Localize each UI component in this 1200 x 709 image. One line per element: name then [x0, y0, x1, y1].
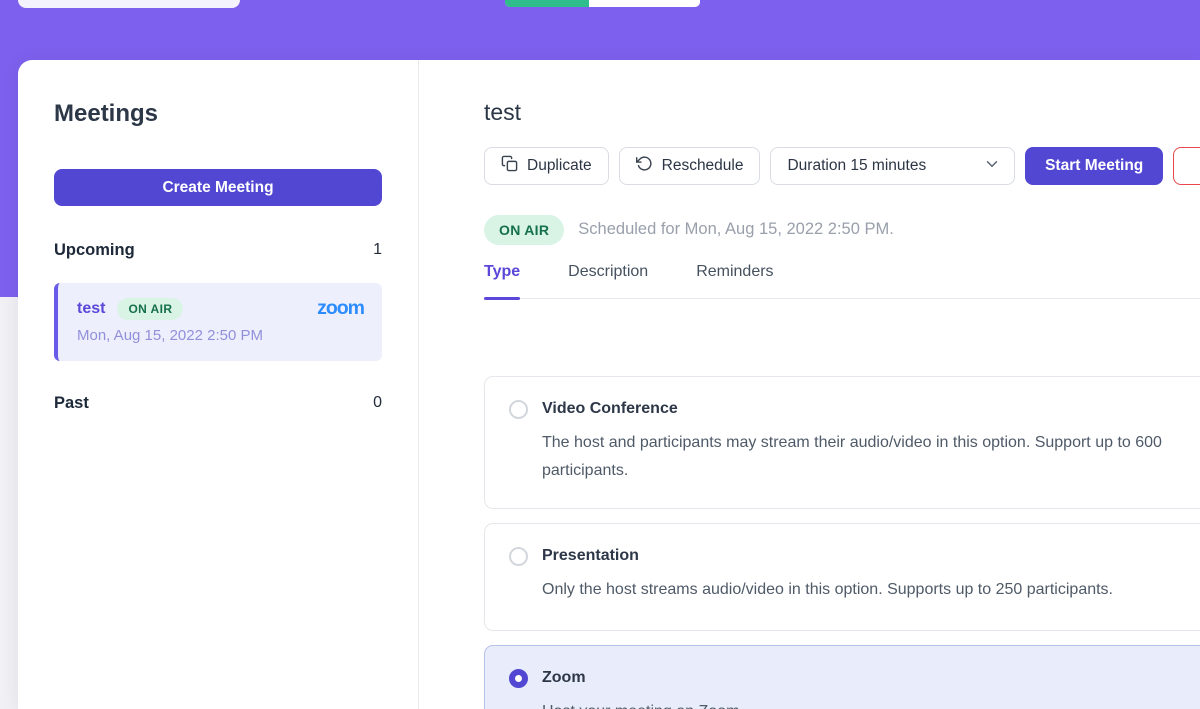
option-description: Only the host streams audio/video in thi…: [542, 576, 1113, 604]
status-row: ON AIR Scheduled for Mon, Aug 15, 2022 2…: [484, 214, 1200, 245]
start-meeting-button[interactable]: Start Meeting: [1025, 147, 1163, 185]
description-line: Only the host streams audio/video in thi…: [542, 576, 1113, 604]
scheduled-text: Scheduled for Mon, Aug 15, 2022 2:50 PM.: [578, 220, 894, 239]
create-meeting-button[interactable]: Create Meeting: [54, 169, 382, 206]
meeting-title: test: [484, 97, 1200, 127]
option-video-conference-body: Video Conference The host and participan…: [542, 398, 1162, 485]
chevron-down-icon: [983, 155, 1001, 178]
meeting-detail-panel: test Duplicate Reschedule Duration 15 mi…: [484, 60, 1200, 709]
meeting-datetime: Mon, Aug 15, 2022 2:50 PM: [77, 327, 364, 344]
option-zoom-body: Zoom Host your meeting on Zoom: [542, 667, 739, 709]
top-left-panel-fragment: [18, 0, 240, 8]
meeting-item-top-row: test ON AIR zoom: [77, 297, 364, 320]
detail-tabs: Type Description Reminders: [484, 262, 1200, 299]
tab-type[interactable]: Type: [484, 262, 520, 298]
meetings-sidebar: Meetings Create Meeting Upcoming 1 test …: [18, 60, 418, 709]
meeting-list-item[interactable]: test ON AIR zoom Mon, Aug 15, 2022 2:50 …: [54, 283, 382, 361]
duplicate-button[interactable]: Duplicate: [484, 147, 609, 185]
top-progress-bar: [505, 0, 700, 7]
duplicate-label: Duplicate: [527, 157, 592, 175]
on-air-status-badge: ON AIR: [484, 215, 564, 245]
description-line: participants.: [542, 457, 1162, 485]
meeting-type-options: Video Conference The host and participan…: [484, 376, 1200, 709]
option-presentation-body: Presentation Only the host streams audio…: [542, 545, 1113, 607]
option-title: Video Conference: [542, 398, 1162, 420]
rotate-ccw-icon: [636, 155, 653, 177]
reschedule-button[interactable]: Reschedule: [619, 147, 761, 185]
past-label: Past: [54, 394, 89, 413]
duration-value: Duration 15 minutes: [787, 157, 926, 175]
meeting-name: test: [77, 300, 105, 318]
zoom-logo: zoom: [317, 297, 364, 320]
tab-reminders-label: Reminders: [696, 263, 773, 280]
option-title: Zoom: [542, 667, 739, 689]
upcoming-count: 1: [373, 241, 382, 259]
tab-type-label: Type: [484, 263, 520, 280]
progress-fill: [505, 0, 589, 7]
radio-presentation[interactable]: [509, 547, 528, 566]
option-video-conference[interactable]: Video Conference The host and participan…: [484, 376, 1200, 509]
meeting-toolbar: Duplicate Reschedule Duration 15 minutes…: [484, 147, 1200, 185]
delete-meeting-button[interactable]: [1173, 147, 1200, 185]
upcoming-label: Upcoming: [54, 241, 135, 260]
sidebar-title: Meetings: [54, 100, 382, 128]
option-presentation[interactable]: Presentation Only the host streams audio…: [484, 523, 1200, 631]
past-count: 0: [373, 394, 382, 412]
option-description: Host your meeting on Zoom: [542, 698, 739, 709]
tab-description-label: Description: [568, 263, 648, 280]
reschedule-label: Reschedule: [662, 157, 744, 175]
content-card: Meetings Create Meeting Upcoming 1 test …: [18, 60, 1200, 709]
upcoming-section-header: Upcoming 1: [54, 239, 382, 261]
description-line: The host and participants may stream the…: [542, 429, 1162, 457]
on-air-badge: ON AIR: [117, 298, 183, 320]
app-window: Meetings Create Meeting Upcoming 1 test …: [0, 0, 1200, 709]
copy-icon: [501, 155, 518, 177]
active-tab-underline: [484, 297, 520, 300]
duration-select[interactable]: Duration 15 minutes: [770, 147, 1015, 185]
past-section-header: Past 0: [54, 392, 382, 414]
option-title: Presentation: [542, 545, 1113, 567]
tab-reminders[interactable]: Reminders: [696, 262, 773, 298]
tab-description[interactable]: Description: [568, 262, 648, 298]
option-zoom[interactable]: Zoom Host your meeting on Zoom: [484, 645, 1200, 709]
radio-video-conference[interactable]: [509, 400, 528, 419]
sidebar-divider: [418, 60, 419, 709]
radio-zoom-selected[interactable]: [509, 669, 528, 688]
option-description: The host and participants may stream the…: [542, 429, 1162, 485]
description-line: Host your meeting on Zoom: [542, 698, 739, 709]
